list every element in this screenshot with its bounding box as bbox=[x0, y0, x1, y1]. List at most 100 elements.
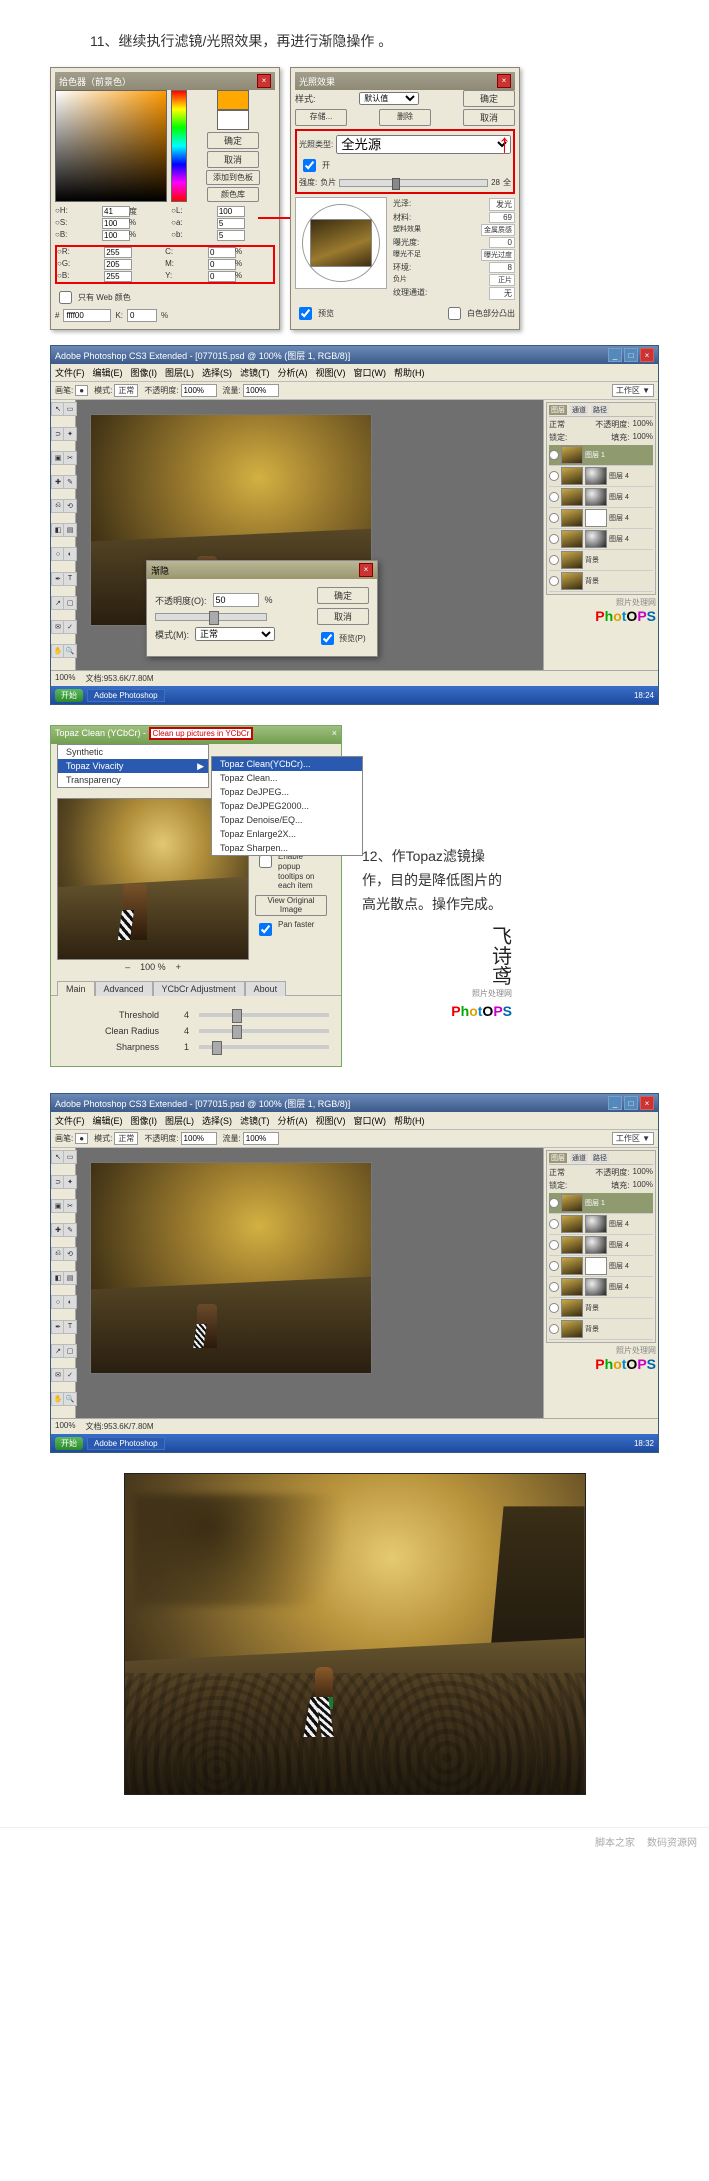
field-g[interactable] bbox=[104, 259, 132, 270]
lighting-preview[interactable] bbox=[295, 197, 387, 289]
fade-mode-select[interactable]: 正常 bbox=[195, 627, 275, 641]
layer-row[interactable]: 图层 4 bbox=[549, 529, 653, 550]
minimize-icon[interactable]: _ bbox=[608, 1096, 622, 1110]
menu-item[interactable]: Topaz Vivacity▶ bbox=[58, 759, 208, 773]
field-c[interactable] bbox=[208, 247, 236, 258]
eye-icon[interactable] bbox=[549, 471, 559, 481]
fade-cancel-button[interactable]: 取消 bbox=[317, 608, 369, 625]
eye-icon[interactable] bbox=[549, 1240, 559, 1250]
brush-dropdown[interactable]: ● bbox=[75, 1133, 88, 1144]
workspace-dropdown[interactable]: 工作区 ▼ bbox=[612, 384, 654, 397]
field-a[interactable] bbox=[217, 218, 245, 229]
fade-opacity-slider[interactable] bbox=[155, 613, 267, 621]
fill-field[interactable]: 100% bbox=[633, 1180, 653, 1191]
sharpness-slider[interactable] bbox=[199, 1045, 329, 1049]
menu-item[interactable]: Topaz Sharpen... bbox=[212, 841, 362, 855]
mode-dropdown[interactable]: 正常 bbox=[114, 1132, 138, 1145]
tab-paths[interactable]: 路径 bbox=[591, 1153, 609, 1163]
hex-field[interactable] bbox=[63, 309, 111, 322]
field-bb[interactable] bbox=[102, 230, 130, 241]
cancel-button[interactable]: 取消 bbox=[463, 109, 515, 126]
menu-file[interactable]: 文件(F) bbox=[55, 1114, 85, 1127]
maximize-icon[interactable]: □ bbox=[624, 1096, 638, 1110]
menu-item[interactable]: Topaz Clean... bbox=[212, 771, 362, 785]
tool-history[interactable]: ⟲ bbox=[63, 499, 77, 513]
tool-marquee[interactable]: ▭ bbox=[63, 402, 77, 416]
eye-icon[interactable] bbox=[549, 450, 559, 460]
tab-layers[interactable]: 图层 bbox=[549, 1153, 567, 1163]
layer-row[interactable]: 背景 bbox=[549, 1298, 653, 1319]
taskbar-item[interactable]: Adobe Photoshop bbox=[87, 1437, 165, 1450]
tool-shape[interactable]: ▢ bbox=[63, 1344, 77, 1358]
flow-field[interactable] bbox=[243, 384, 279, 397]
enable-popup-checkbox[interactable] bbox=[259, 855, 272, 868]
menu-edit[interactable]: 编辑(E) bbox=[93, 366, 123, 379]
eye-icon[interactable] bbox=[549, 555, 559, 565]
menu-window[interactable]: 窗口(W) bbox=[354, 1114, 387, 1127]
tab-layers[interactable]: 图层 bbox=[549, 405, 567, 415]
menu-help[interactable]: 帮助(H) bbox=[394, 366, 425, 379]
menu-view[interactable]: 视图(V) bbox=[316, 366, 346, 379]
intensity-slider[interactable] bbox=[339, 179, 488, 187]
fade-preview-checkbox[interactable] bbox=[321, 632, 334, 645]
layer-row[interactable]: 图层 1 bbox=[549, 445, 653, 466]
eye-icon[interactable] bbox=[549, 492, 559, 502]
white-high-checkbox[interactable] bbox=[448, 307, 461, 320]
close-icon[interactable]: × bbox=[497, 74, 511, 88]
menu-edit[interactable]: 编辑(E) bbox=[93, 1114, 123, 1127]
tool-eyedrop[interactable]: ✓ bbox=[63, 620, 77, 634]
status-zoom[interactable]: 100% bbox=[55, 1421, 75, 1432]
tab-channels[interactable]: 通道 bbox=[570, 405, 588, 415]
color-lib-button[interactable]: 颜色库 bbox=[207, 187, 259, 202]
opacity-field[interactable] bbox=[181, 384, 217, 397]
close-icon[interactable]: × bbox=[640, 348, 654, 362]
flow-field[interactable] bbox=[243, 1132, 279, 1145]
tool-gradient[interactable]: ▤ bbox=[63, 523, 77, 537]
menu-analysis[interactable]: 分析(A) bbox=[278, 1114, 308, 1127]
tool-slice[interactable]: ✂ bbox=[63, 1199, 77, 1213]
layer-row[interactable]: 图层 4 bbox=[549, 1277, 653, 1298]
close-icon[interactable]: × bbox=[640, 1096, 654, 1110]
menu-analysis[interactable]: 分析(A) bbox=[278, 366, 308, 379]
eye-icon[interactable] bbox=[549, 513, 559, 523]
save-button[interactable]: 存储... bbox=[295, 109, 347, 126]
maximize-icon[interactable]: □ bbox=[624, 348, 638, 362]
ok-button[interactable]: 确定 bbox=[463, 90, 515, 107]
eye-icon[interactable] bbox=[549, 1219, 559, 1229]
tool-brush[interactable]: ✎ bbox=[63, 475, 77, 489]
field-bch[interactable] bbox=[104, 271, 132, 282]
menu-select[interactable]: 选择(S) bbox=[202, 366, 232, 379]
menu-item[interactable]: Topaz Clean(YCbCr)... bbox=[212, 757, 362, 771]
tab-about[interactable]: About bbox=[245, 981, 287, 996]
close-icon[interactable]: × bbox=[332, 728, 337, 742]
view-original-button[interactable]: View Original Image bbox=[255, 895, 327, 917]
layer-row[interactable]: 图层 4 bbox=[549, 1214, 653, 1235]
on-checkbox[interactable] bbox=[303, 159, 316, 172]
menu-select[interactable]: 选择(S) bbox=[202, 1114, 232, 1127]
field-l[interactable] bbox=[217, 206, 245, 217]
layer-row[interactable]: 图层 4 bbox=[549, 487, 653, 508]
tool-zoom[interactable]: 🔍 bbox=[63, 644, 77, 658]
tool-shape[interactable]: ▢ bbox=[63, 596, 77, 610]
threshold-slider[interactable] bbox=[199, 1013, 329, 1017]
fill-field[interactable]: 100% bbox=[633, 432, 653, 443]
menu-view[interactable]: 视图(V) bbox=[316, 1114, 346, 1127]
fade-opacity-field[interactable] bbox=[213, 593, 259, 607]
start-button[interactable]: 开始 bbox=[55, 1437, 83, 1450]
opacity-field[interactable] bbox=[181, 1132, 217, 1145]
eye-icon[interactable] bbox=[549, 1324, 559, 1334]
tool-dodge[interactable]: ◐ bbox=[63, 547, 77, 561]
tab-channels[interactable]: 通道 bbox=[570, 1153, 588, 1163]
taskbar-item[interactable]: Adobe Photoshop bbox=[87, 689, 165, 702]
layer-row[interactable]: 背景 bbox=[549, 571, 653, 592]
tool-brush[interactable]: ✎ bbox=[63, 1223, 77, 1237]
blend-mode-dropdown[interactable]: 正常 bbox=[549, 1167, 592, 1178]
layer-row[interactable]: 背景 bbox=[549, 550, 653, 571]
delete-button[interactable]: 删除 bbox=[379, 109, 431, 126]
web-only-checkbox[interactable] bbox=[59, 291, 72, 304]
layer-row[interactable]: 背景 bbox=[549, 1319, 653, 1340]
menu-item[interactable]: Topaz Enlarge2X... bbox=[212, 827, 362, 841]
menu-item[interactable]: Topaz Denoise/EQ... bbox=[212, 813, 362, 827]
menu-item[interactable]: Topaz DeJPEG2000... bbox=[212, 799, 362, 813]
close-icon[interactable]: × bbox=[359, 563, 373, 577]
